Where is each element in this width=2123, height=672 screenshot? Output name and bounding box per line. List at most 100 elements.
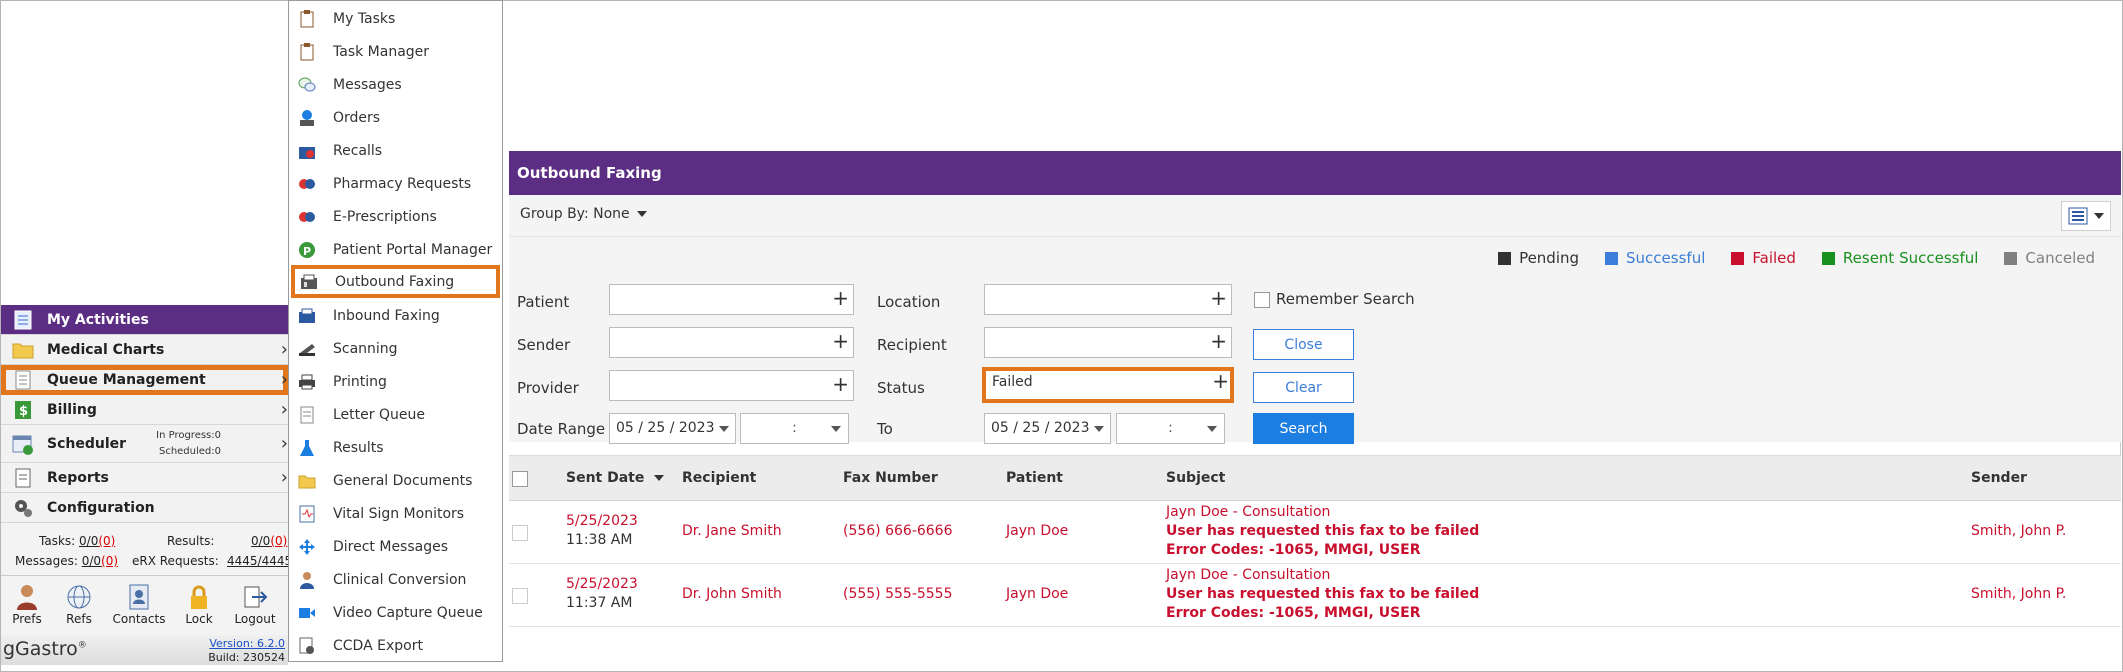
results-count[interactable]: 0/0 <box>251 534 270 548</box>
sender-cell: Smith, John P. <box>1971 586 2067 602</box>
menu-item-e-prescriptions[interactable]: E-Prescriptions <box>289 200 502 233</box>
column-subject[interactable]: Subject <box>1166 470 1225 486</box>
menu-item-my-tasks[interactable]: My Tasks <box>289 2 502 35</box>
column-sender[interactable]: Sender <box>1971 470 2027 486</box>
logout-button[interactable]: Logout <box>225 576 285 631</box>
menu-item-label: Letter Queue <box>333 406 425 423</box>
search-button[interactable]: Search <box>1253 413 1354 444</box>
column-recipient[interactable]: Recipient <box>682 470 756 486</box>
legend-swatch <box>1605 251 1619 265</box>
sidebar-item-scheduler[interactable]: Scheduler › <box>1 425 288 463</box>
menu-item-patient-portal-manager[interactable]: P Patient Portal Manager <box>289 233 502 266</box>
time-from-picker[interactable]: : <box>740 413 849 444</box>
provider-input[interactable]: + <box>609 370 854 401</box>
sidebar-item-billing[interactable]: $ Billing › <box>1 395 288 425</box>
plus-icon[interactable]: + <box>1212 370 1229 392</box>
menu-item-vital-sign-monitors[interactable]: Vital Sign Monitors <box>289 497 502 530</box>
search-filters: Pending Successful Failed Resent Success… <box>509 237 2121 444</box>
subject-error-codes: Error Codes: -1065, MMGI, USER <box>1166 542 1421 558</box>
menu-item-ccda-export[interactable]: CCDA Export <box>289 629 502 662</box>
row-checkbox[interactable] <box>512 588 528 604</box>
group-by-bar: Group By: None <box>509 195 2121 237</box>
group-by-dropdown[interactable]: Group By: None <box>520 206 647 222</box>
select-all-checkbox[interactable] <box>512 471 528 487</box>
sidebar-item-my-activities[interactable]: My Activities <box>1 305 288 335</box>
menu-item-label: Video Capture Queue <box>333 604 483 621</box>
version-link[interactable]: Version: 6.2.0 <box>209 637 285 650</box>
refs-label: Refs <box>66 612 92 626</box>
messages-label: Messages: <box>15 554 78 568</box>
prefs-button[interactable]: Prefs <box>1 576 53 631</box>
menu-item-printing[interactable]: Printing <box>289 365 502 398</box>
menu-item-pharmacy-requests[interactable]: Pharmacy Requests <box>289 167 502 200</box>
menu-item-scanning[interactable]: Scanning <box>289 332 502 365</box>
remember-search-checkbox[interactable] <box>1254 292 1270 308</box>
patient-cell: Jayn Doe <box>1006 523 1069 539</box>
clear-button[interactable]: Clear <box>1253 372 1354 403</box>
menu-item-results[interactable]: Results <box>289 431 502 464</box>
group-by-label: Group By: None <box>520 206 630 222</box>
menu-item-inbound-faxing[interactable]: Inbound Faxing <box>289 299 502 332</box>
subject-title: Jayn Doe - Consultation <box>1166 567 1331 583</box>
menu-item-label: Outbound Faxing <box>335 273 455 290</box>
plus-icon[interactable]: + <box>832 330 849 352</box>
tasks-overdue[interactable]: (0) <box>98 534 115 548</box>
view-options-button[interactable] <box>2061 201 2111 231</box>
menu-item-general-documents[interactable]: General Documents <box>289 464 502 497</box>
plus-icon[interactable]: + <box>1210 287 1227 309</box>
sidebar-item-label: Billing <box>47 401 97 418</box>
menu-item-messages[interactable]: Messages <box>289 68 502 101</box>
column-sent-date[interactable]: Sent Date <box>566 470 665 486</box>
chevron-right-icon: › <box>280 369 288 390</box>
patient-input[interactable]: + <box>609 284 854 315</box>
menu-item-video-capture-queue[interactable]: Video Capture Queue <box>289 596 502 629</box>
lock-button[interactable]: Lock <box>173 576 225 631</box>
plus-icon[interactable]: + <box>832 373 849 395</box>
menu-item-label: E-Prescriptions <box>333 208 437 225</box>
recipient-input[interactable]: + <box>984 327 1232 358</box>
menu-item-letter-queue[interactable]: Letter Queue <box>289 398 502 431</box>
column-fax-number[interactable]: Fax Number <box>843 470 938 486</box>
location-label: Location <box>877 293 941 311</box>
sender-input[interactable]: + <box>609 327 854 358</box>
sent-time: 11:38 AM <box>566 532 633 548</box>
table-row[interactable]: 5/25/2023 11:38 AM Dr. Jane Smith (556) … <box>509 501 2121 564</box>
erx-count[interactable]: 4445/4445 <box>227 554 292 568</box>
svg-text:P: P <box>303 245 311 258</box>
status-label: Status <box>877 379 925 397</box>
column-patient[interactable]: Patient <box>1006 470 1063 486</box>
menu-item-outbound-faxing[interactable]: Outbound Faxing <box>291 265 500 298</box>
legend-successful: Successful <box>1605 249 1705 267</box>
tasks-count[interactable]: 0/0 <box>79 534 98 548</box>
plus-icon[interactable]: + <box>832 287 849 309</box>
location-input[interactable]: + <box>984 284 1232 315</box>
plus-icon[interactable]: + <box>1210 330 1227 352</box>
status-input[interactable]: Failed + <box>982 367 1234 403</box>
menu-item-recalls[interactable]: Recalls <box>289 134 502 167</box>
menu-item-direct-messages[interactable]: Direct Messages <box>289 530 502 563</box>
messages-overdue[interactable]: (0) <box>101 554 118 568</box>
export-icon <box>298 637 316 655</box>
menu-item-orders[interactable]: Orders <box>289 101 502 134</box>
subject-title: Jayn Doe - Consultation <box>1166 504 1331 520</box>
row-checkbox[interactable] <box>512 525 528 541</box>
close-button[interactable]: Close <box>1253 329 1354 360</box>
sidebar-item-queue-management[interactable]: Queue Management › <box>1 365 288 395</box>
tasks-label: Tasks: <box>39 534 76 548</box>
sidebar-item-configuration[interactable]: Configuration <box>1 493 288 523</box>
date-to-picker[interactable]: 05 / 25 / 2023 <box>984 413 1111 444</box>
results-overdue[interactable]: (0) <box>270 534 287 548</box>
table-row[interactable]: 5/25/2023 11:37 AM Dr. John Smith (555) … <box>509 564 2121 627</box>
sent-date: 5/25/2023 <box>566 513 638 529</box>
sidebar-item-reports[interactable]: Reports › <box>1 463 288 493</box>
sidebar-item-medical-charts[interactable]: Medical Charts › <box>1 335 288 365</box>
menu-item-task-manager[interactable]: Task Manager <box>289 35 502 68</box>
to-label: To <box>877 420 893 438</box>
time-to-picker[interactable]: : <box>1116 413 1225 444</box>
date-from-picker[interactable]: 05 / 25 / 2023 <box>609 413 736 444</box>
messages-count[interactable]: 0/0 <box>82 554 101 568</box>
refs-button[interactable]: Refs <box>53 576 105 631</box>
menu-item-clinical-conversion[interactable]: Clinical Conversion <box>289 563 502 596</box>
contacts-button[interactable]: Contacts <box>105 576 173 631</box>
orders-icon <box>298 109 316 127</box>
